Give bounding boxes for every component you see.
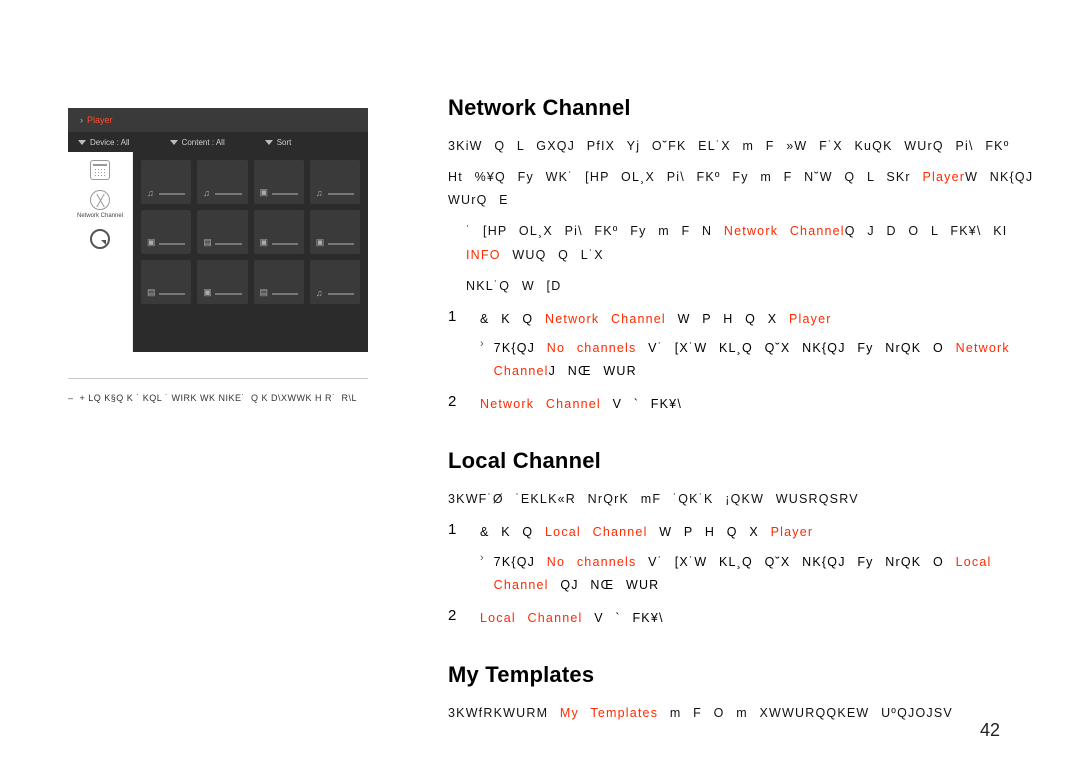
heading-network-channel: Network Channel <box>448 95 1048 121</box>
video-icon: ▣ <box>260 187 269 198</box>
para: ˙ [HP OL¸X Pi\ FKº Fy m F N Network Chan… <box>448 220 1048 266</box>
chevron-down-icon <box>170 140 178 145</box>
screenshot-content-grid: ♫ ♫ ▣ ♫ ▣ ▤ ▣ ▣ ▤ ▣ ▤ ♫ <box>133 152 368 352</box>
chevron-right-icon: › <box>80 115 83 125</box>
screenshot-side-nav: Network Channel <box>68 152 133 352</box>
step-2: 2 Local Channel V ` FK¥\ <box>448 607 1048 630</box>
kw-network-channel: Network Channel <box>545 312 666 326</box>
content-tile[interactable]: ▣ <box>254 210 304 254</box>
content-tile[interactable]: ♫ <box>310 260 360 304</box>
screenshot-breadcrumb-bar: › Player <box>68 108 368 132</box>
step-number: 2 <box>448 607 462 630</box>
step-number: 2 <box>448 393 462 416</box>
step-1-sub: › 7K{QJ No channels V˙ [X˙W KL¸Q Q˘X NK{… <box>448 337 1048 383</box>
para: 3KWfRKWURM My Templates m F O m XWWURQQK… <box>448 702 1048 725</box>
content-tile[interactable]: ♫ <box>141 160 191 204</box>
calendar-icon <box>90 160 110 180</box>
para: 3KWF˙Ø ˙EKLK«R NrQrK mF ˙QK˙K ¡QKW WUSRQ… <box>448 488 1048 511</box>
kw-local-channel: Local Channel <box>545 525 648 539</box>
content-tile[interactable]: ▣ <box>141 210 191 254</box>
arrow-icon: › <box>480 338 484 383</box>
content-tile[interactable]: ▤ <box>197 210 247 254</box>
content-filter[interactable]: Content : All <box>170 138 225 147</box>
breadcrumb-current: Player <box>87 115 113 125</box>
kw-no-channels: No channels <box>547 341 637 355</box>
page-number: 42 <box>980 720 1000 741</box>
nav-item-local[interactable] <box>90 229 110 249</box>
video-icon: ▣ <box>203 287 212 298</box>
step-number: 1 <box>448 521 462 544</box>
device-filter[interactable]: Device : All <box>78 138 130 147</box>
image-icon: ▤ <box>147 287 156 298</box>
video-icon: ▣ <box>260 237 269 248</box>
kw-player: Player <box>922 170 965 184</box>
divider <box>68 378 368 379</box>
content-tile[interactable]: ▣ <box>310 210 360 254</box>
arrow-icon: › <box>480 552 484 597</box>
video-icon: ▣ <box>147 237 156 248</box>
content-tile[interactable]: ▤ <box>141 260 191 304</box>
kw-player: Player <box>789 312 832 326</box>
music-icon: ♫ <box>203 188 210 198</box>
image-icon: ▤ <box>203 237 212 248</box>
screenshot-filter-bar: Device : All Content : All Sort <box>68 132 368 152</box>
refresh-icon <box>90 229 110 249</box>
content-tile[interactable]: ♫ <box>197 160 247 204</box>
kw-network-channel: Network Channel <box>724 224 845 238</box>
para: Ht %¥Q Fy WK˙ [HP OL¸X Pi\ FKº Fy m F N˘… <box>448 166 1048 212</box>
kw-info: INFO <box>466 248 501 262</box>
screenshot-panel: › Player Device : All Content : All Sort… <box>68 108 368 405</box>
music-icon: ♫ <box>316 188 323 198</box>
chevron-down-icon <box>78 140 86 145</box>
kw-player: Player <box>771 525 814 539</box>
body-text: Network Channel 3KiW Q L GXQJ PfIX Yj O˘… <box>448 95 1048 733</box>
para: NKL˙Q W [D <box>448 275 1048 298</box>
kw-network-channel: Network Channel <box>480 397 601 411</box>
music-icon: ♫ <box>147 188 154 198</box>
content-tile[interactable]: ▤ <box>254 260 304 304</box>
sort-filter[interactable]: Sort <box>265 138 292 147</box>
kw-my-templates: My Templates <box>560 706 658 720</box>
chevron-down-icon <box>265 140 273 145</box>
heading-my-templates: My Templates <box>448 662 1048 688</box>
globe-icon <box>90 190 110 210</box>
nav-item-network-channel[interactable]: Network Channel <box>77 190 123 219</box>
nav-item-schedule[interactable] <box>90 160 110 180</box>
kw-no-channels: No channels <box>547 555 637 569</box>
para: 3KiW Q L GXQJ PfIX Yj O˘FK EL˙X m F »W F… <box>448 135 1048 158</box>
content-tile[interactable]: ▣ <box>197 260 247 304</box>
screenshot-footnote: –+ LQ K§Q K ˙ KQL ˙ WIRK WK NIKE˙ Q K D\… <box>68 391 368 405</box>
app-screenshot: › Player Device : All Content : All Sort… <box>68 108 368 352</box>
image-icon: ▤ <box>260 287 269 298</box>
step-1: 1 & K Q Local Channel W P H Q X Player <box>448 521 1048 544</box>
music-icon: ♫ <box>316 288 323 298</box>
step-1-sub: › 7K{QJ No channels V˙ [X˙W KL¸Q Q˘X NK{… <box>448 551 1048 597</box>
content-tile[interactable]: ▣ <box>254 160 304 204</box>
step-1: 1 & K Q Network Channel W P H Q X Player <box>448 308 1048 331</box>
kw-local-channel: Local Channel <box>480 611 583 625</box>
content-tile[interactable]: ♫ <box>310 160 360 204</box>
heading-local-channel: Local Channel <box>448 448 1048 474</box>
step-number: 1 <box>448 308 462 331</box>
step-2: 2 Network Channel V ` FK¥\ <box>448 393 1048 416</box>
video-icon: ▣ <box>316 237 325 248</box>
